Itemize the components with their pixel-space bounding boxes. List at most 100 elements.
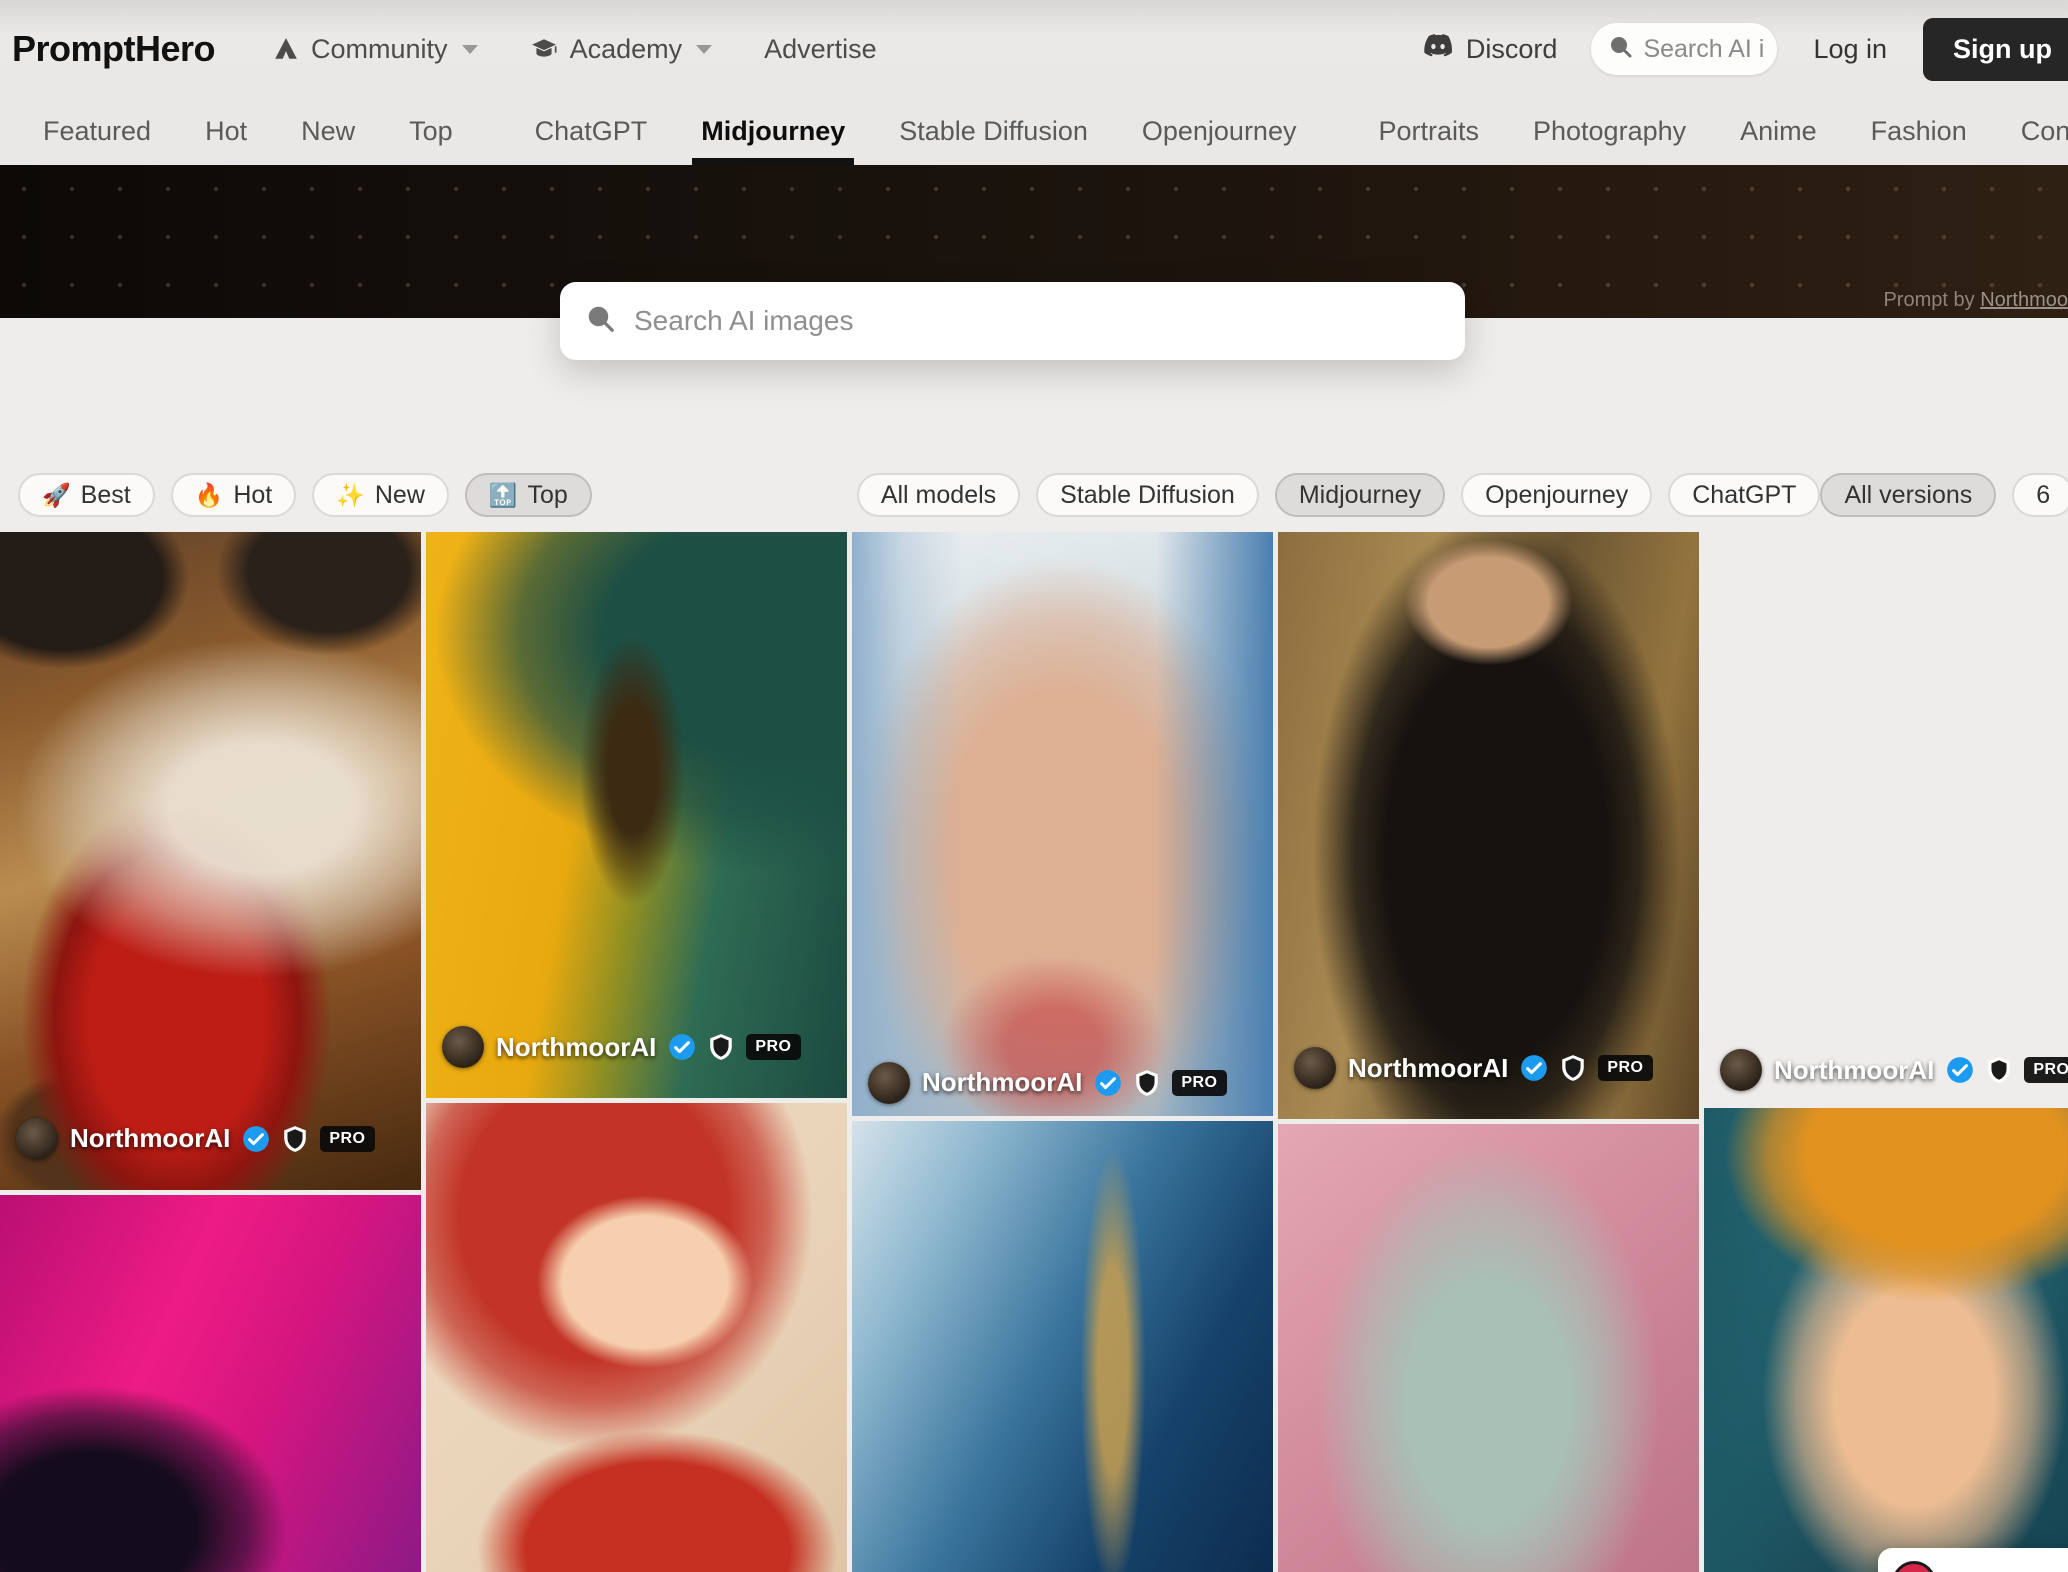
nav-community[interactable]: Community xyxy=(273,34,478,65)
shield-icon xyxy=(1134,1069,1160,1097)
rocket-icon: 🚀 xyxy=(42,482,71,509)
avatar[interactable] xyxy=(868,1062,910,1104)
discord-link[interactable]: Discord xyxy=(1422,33,1558,66)
pro-badge: PRO xyxy=(320,1126,374,1152)
tab-hot[interactable]: Hot xyxy=(178,98,274,165)
tab-fashion[interactable]: Fashion xyxy=(1844,98,1994,165)
hero-search-box[interactable] xyxy=(560,282,1465,360)
image-credit[interactable]: NorthmoorAI PRO xyxy=(16,1118,375,1160)
gallery-image-darkhair[interactable]: NorthmoorAI PRO xyxy=(1278,532,1699,1119)
author-name[interactable]: NorthmoorAI xyxy=(70,1123,230,1154)
header-nav: Community Academy Advertise xyxy=(273,34,877,65)
author-name[interactable]: NorthmoorAI xyxy=(1348,1053,1508,1084)
secondary-nav: Featured Hot New Top ChatGPT Midjourney … xyxy=(0,98,2068,165)
fire-icon: 🔥 xyxy=(195,482,224,509)
gallery-image-bluemarble[interactable] xyxy=(852,1121,1273,1572)
tab-openjourney[interactable]: Openjourney xyxy=(1115,98,1324,165)
gallery-image-yellowgirl[interactable]: NorthmoorAI PRO xyxy=(426,532,847,1098)
pill-stable-diffusion[interactable]: Stable Diffusion xyxy=(1036,473,1259,517)
top-arrow-icon: 🔝 xyxy=(489,482,518,509)
image-credit[interactable]: NorthmoorAI PRO xyxy=(1720,1049,2068,1091)
pill-label: Best xyxy=(81,481,131,510)
pill-openjourney[interactable]: Openjourney xyxy=(1461,473,1652,517)
tab-stable-diffusion[interactable]: Stable Diffusion xyxy=(872,98,1115,165)
shield-icon xyxy=(282,1125,308,1153)
gallery-column: NorthmoorAI PRO xyxy=(1278,532,1699,1572)
gallery-image-pinksculpt[interactable] xyxy=(1278,1124,1699,1572)
login-link[interactable]: Log in xyxy=(1813,34,1887,65)
pro-badge: PRO xyxy=(746,1034,800,1060)
avatar[interactable] xyxy=(1294,1047,1336,1089)
verified-badge-icon xyxy=(242,1125,270,1153)
avatar[interactable] xyxy=(1720,1049,1762,1091)
pill-v6[interactable]: 6 xyxy=(2012,473,2068,517)
nav-advertise[interactable]: Advertise xyxy=(764,34,877,65)
gallery-image-bohogirl[interactable]: NorthmoorAI PRO xyxy=(1704,532,2068,1103)
gallery-image-redcartoon[interactable] xyxy=(426,1103,847,1572)
author-name[interactable]: NorthmoorAI xyxy=(496,1032,656,1063)
hero-search-input[interactable] xyxy=(634,305,1439,337)
avatar[interactable] xyxy=(442,1026,484,1068)
tab-photography[interactable]: Photography xyxy=(1506,98,1713,165)
tab-portraits[interactable]: Portraits xyxy=(1351,98,1506,165)
tab-top[interactable]: Top xyxy=(382,98,480,165)
tab-featured[interactable]: Featured xyxy=(16,98,178,165)
sort-filters: 🚀 Best 🔥Hot ✨ New 🔝 Top xyxy=(18,473,592,517)
pro-badge: PRO xyxy=(1598,1055,1652,1081)
gallery-image-beaniegirl[interactable] xyxy=(1704,1108,2068,1572)
gallery-column: NorthmoorAI PRO xyxy=(852,532,1273,1572)
verified-badge-icon xyxy=(668,1033,696,1061)
discord-icon xyxy=(1422,33,1454,66)
pill-top[interactable]: 🔝 Top xyxy=(465,473,592,517)
gallery-column: NorthmoorAI PRO xyxy=(426,532,847,1572)
header-search-input[interactable] xyxy=(1643,35,1763,64)
tab-new[interactable]: New xyxy=(274,98,382,165)
tab-midjourney[interactable]: Midjourney xyxy=(674,98,872,165)
pill-hot[interactable]: 🔥Hot xyxy=(171,473,297,517)
gallery-image-racecar[interactable]: NorthmoorAI PRO xyxy=(0,532,421,1190)
prompthero-logo[interactable]: PromptHero xyxy=(12,28,215,70)
signup-button[interactable]: Sign up xyxy=(1923,18,2068,81)
author-name[interactable]: NorthmoorAI xyxy=(922,1067,1082,1098)
prompt-credit: Prompt by Northmoo xyxy=(1883,289,2068,312)
pill-all-models[interactable]: All models xyxy=(857,473,1020,517)
search-icon xyxy=(586,304,616,339)
image-gallery: NorthmoorAI PRO NorthmoorAI PRO Northmoo… xyxy=(0,532,2068,1572)
prompt-by-label: Prompt by xyxy=(1883,289,1974,311)
shield-icon xyxy=(1560,1054,1586,1082)
gallery-column: NorthmoorAI PRO xyxy=(1704,532,2068,1572)
graduation-cap-icon xyxy=(530,36,558,62)
hero-banner: Prompt by Northmoo xyxy=(0,165,2068,318)
image-credit[interactable]: NorthmoorAI PRO xyxy=(442,1026,801,1068)
verified-badge-icon xyxy=(1094,1069,1122,1097)
tab-anime[interactable]: Anime xyxy=(1713,98,1844,165)
header-search[interactable] xyxy=(1591,23,1777,75)
tab-concept-art[interactable]: Concept Art xyxy=(1994,98,2068,165)
gallery-image-blueface[interactable]: NorthmoorAI PRO xyxy=(852,532,1273,1116)
pill-best[interactable]: 🚀 Best xyxy=(18,473,155,517)
nav-academy[interactable]: Academy xyxy=(530,34,713,65)
pill-label: Top xyxy=(528,481,568,510)
chevron-down-icon xyxy=(462,45,478,54)
pro-badge: PRO xyxy=(1172,1070,1226,1096)
filter-bar: 🚀 Best 🔥Hot ✨ New 🔝 Top All models Stable D… xyxy=(0,473,2068,517)
pill-new[interactable]: ✨ New xyxy=(312,473,449,517)
top-header: PromptHero Community Academy Advertise D… xyxy=(0,0,2068,98)
avatar[interactable] xyxy=(16,1118,58,1160)
image-credit[interactable]: NorthmoorAI PRO xyxy=(1294,1047,1653,1089)
nav-community-label: Community xyxy=(311,34,448,65)
author-name[interactable]: NorthmoorAI xyxy=(1774,1055,1934,1086)
prompt-author-link[interactable]: Northmoo xyxy=(1980,289,2068,311)
chat-widget-popup[interactable] xyxy=(1878,1548,2068,1572)
sparkles-icon: ✨ xyxy=(336,482,365,509)
pill-all-versions[interactable]: All versions xyxy=(1820,473,1996,517)
pill-chatgpt[interactable]: ChatGPT xyxy=(1668,473,1820,517)
gallery-image-pinkpop[interactable] xyxy=(0,1195,421,1572)
image-credit[interactable]: NorthmoorAI PRO xyxy=(868,1062,1227,1104)
nav-advertise-label: Advertise xyxy=(764,34,877,65)
verified-badge-icon xyxy=(1520,1054,1548,1082)
pill-label: New xyxy=(375,481,425,510)
nav-academy-label: Academy xyxy=(570,34,683,65)
tab-chatgpt[interactable]: ChatGPT xyxy=(508,98,675,165)
pill-midjourney[interactable]: Midjourney xyxy=(1275,473,1445,517)
